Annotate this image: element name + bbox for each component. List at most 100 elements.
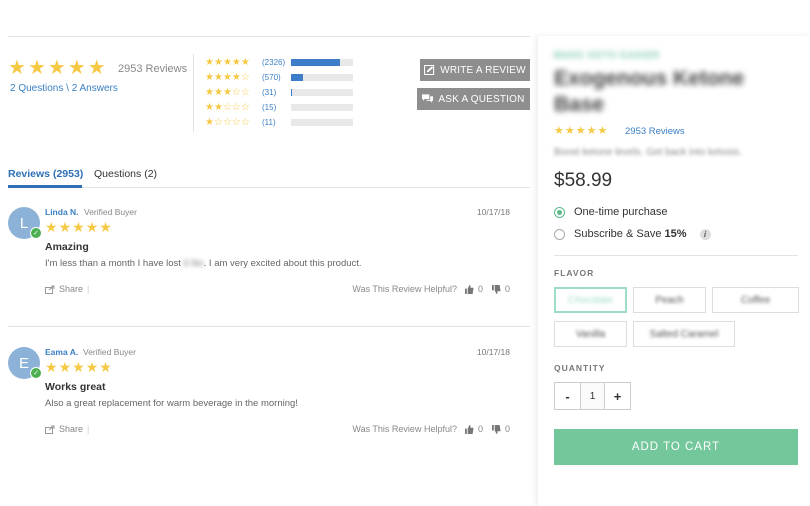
info-icon[interactable]: i <box>699 228 711 240</box>
review-author: Linda N. <box>45 207 79 217</box>
product-price: $58.99 <box>554 170 613 191</box>
radio-icon[interactable] <box>554 228 565 240</box>
review-title: Amazing <box>45 241 89 253</box>
quantity-input[interactable]: 1 <box>580 383 605 409</box>
thumbs-up-icon[interactable] <box>464 424 474 434</box>
subscribe-option[interactable]: Subscribe & Save 15% i <box>554 228 711 240</box>
helpful-votes: Was This Review Helpful? 0 0 <box>352 424 510 434</box>
ask-question-button[interactable]: ASK A QUESTION <box>417 88 530 110</box>
flavor-label-text: Vanilla <box>575 328 606 340</box>
star-icon: ★ <box>564 125 575 137</box>
subscribe-label: Subscribe & Save 15% <box>574 228 687 240</box>
histogram-bar <box>291 74 353 81</box>
star-icon: ★ <box>231 56 241 68</box>
thumbs-down-icon[interactable] <box>491 284 501 294</box>
tab-reviews[interactable]: Reviews (2953) <box>8 168 83 180</box>
histogram-bar <box>291 119 353 126</box>
star-icon: ★ <box>205 71 214 83</box>
review-count: 2953 Reviews <box>118 63 188 75</box>
flavor-option-salted-caramel[interactable]: Salted Caramel <box>633 321 735 347</box>
review-author: Eama A. <box>45 347 79 357</box>
histogram-row[interactable]: ★ ★ ★ ★ ☆ (570) <box>205 70 353 85</box>
review-body-text: Also a great replacement for warm bevera… <box>45 398 298 409</box>
star-outline-icon: ☆ <box>240 71 250 83</box>
star-icon: ★ <box>72 359 85 375</box>
review-body: Also a great replacement for warm bevera… <box>45 398 298 409</box>
histogram-stars: ★ ★ ★ ★ ★ <box>205 56 259 68</box>
add-to-cart-button[interactable]: ADD TO CART <box>554 429 798 465</box>
histogram-stars: ★ ★ ★ ☆ ☆ <box>205 86 259 98</box>
quantity-stepper: - 1 + <box>554 382 631 410</box>
share-button[interactable]: Share | <box>45 284 89 294</box>
star-outline-icon: ☆ <box>240 86 250 98</box>
edit-icon <box>424 65 435 75</box>
histogram-row[interactable]: ★ ★ ☆ ☆ ☆ (15) <box>205 100 353 115</box>
helpful-votes: Was This Review Helpful? 0 0 <box>352 284 510 294</box>
product-reviews-link[interactable]: 2953 Reviews <box>625 126 685 137</box>
divider <box>554 255 798 256</box>
review-title: Works great <box>45 381 106 393</box>
write-review-label: WRITE A REVIEW <box>440 64 526 76</box>
quantity-decrease-button[interactable]: - <box>555 383 580 409</box>
star-icon: ★ <box>47 57 66 79</box>
active-tab-indicator <box>8 185 82 188</box>
histogram-count: (570) <box>262 73 281 82</box>
histogram-row[interactable]: ★ ★ ★ ☆ ☆ (31) <box>205 85 353 100</box>
star-icon: ★ <box>222 71 232 83</box>
histogram-stars: ★ ★ ☆ ☆ ☆ <box>205 101 259 113</box>
thumbs-down-icon[interactable] <box>491 424 501 434</box>
star-icon: ★ <box>213 71 223 83</box>
star-icon: ★ <box>58 359 72 375</box>
star-outline-icon: ☆ <box>213 116 223 128</box>
star-icon: ★ <box>85 359 99 375</box>
flavor-option-vanilla[interactable]: Vanilla <box>554 321 627 347</box>
star-icon: ★ <box>72 219 85 235</box>
flavor-label-text: Chocolate <box>567 294 614 306</box>
share-icon <box>45 425 55 434</box>
histogram-row[interactable]: ★ ☆ ☆ ☆ ☆ (11) <box>205 115 353 130</box>
histogram-bar <box>291 89 353 96</box>
histogram-bar <box>291 59 353 66</box>
star-icon: ★ <box>27 57 46 79</box>
thumbs-up-icon[interactable] <box>464 284 474 294</box>
helpful-label: Was This Review Helpful? <box>352 284 457 294</box>
histogram-stars: ★ ☆ ☆ ☆ ☆ <box>205 116 259 128</box>
write-review-button[interactable]: WRITE A REVIEW <box>420 59 530 81</box>
star-outline-icon: ☆ <box>231 86 241 98</box>
product-stars: ★ ★ ★ ★ ★ <box>554 126 607 137</box>
verified-buyer-badge: Verified Buyer <box>83 347 136 357</box>
review-body-text: I'm less than a month I have lost <box>45 258 184 269</box>
star-icon: ★ <box>222 86 232 98</box>
quantity-increase-button[interactable]: + <box>605 383 630 409</box>
star-icon: ★ <box>231 71 241 83</box>
star-icon: ★ <box>213 86 223 98</box>
upvote-count: 0 <box>477 424 483 434</box>
flavor-option-coffee[interactable]: Coffee <box>712 287 799 313</box>
histogram-row[interactable]: ★ ★ ★ ★ ★ (2326) <box>205 55 353 70</box>
tab-questions[interactable]: Questions (2) <box>94 168 157 180</box>
upvote-count: 0 <box>477 284 483 294</box>
star-icon: ★ <box>99 219 112 235</box>
verified-check-icon: ✓ <box>30 227 42 239</box>
star-icon: ★ <box>99 359 112 375</box>
flavor-label-text: Coffee <box>740 294 771 306</box>
flavor-option-chocolate[interactable]: Chocolate <box>554 287 627 313</box>
one-time-purchase-option[interactable]: One-time purchase <box>554 206 668 218</box>
subscribe-label-text: Subscribe & Save <box>574 228 665 240</box>
star-icon: ★ <box>575 125 586 137</box>
questions-answers-link[interactable]: 2 Questions \ 2 Answers <box>10 83 118 94</box>
star-icon: ★ <box>87 57 106 79</box>
review-stars: ★ ★ ★ ★ ★ <box>45 360 112 374</box>
product-description: Boost ketone levels. Get back into ketos… <box>554 147 742 158</box>
reviews-panel: ★ ★ ★ ★ ★ 2953 Reviews 2 Questions \ 2 A… <box>0 0 535 506</box>
star-outline-icon: ☆ <box>231 101 241 113</box>
radio-selected-icon[interactable] <box>554 206 565 218</box>
share-button[interactable]: Share | <box>45 424 89 434</box>
star-icon: ★ <box>85 219 99 235</box>
star-icon: ★ <box>205 56 214 68</box>
star-icon: ★ <box>205 101 214 113</box>
star-outline-icon: ☆ <box>222 101 232 113</box>
flavor-option-peach[interactable]: Peach <box>633 287 706 313</box>
verified-buyer-badge: Verified Buyer <box>84 207 137 217</box>
divider <box>193 54 194 132</box>
